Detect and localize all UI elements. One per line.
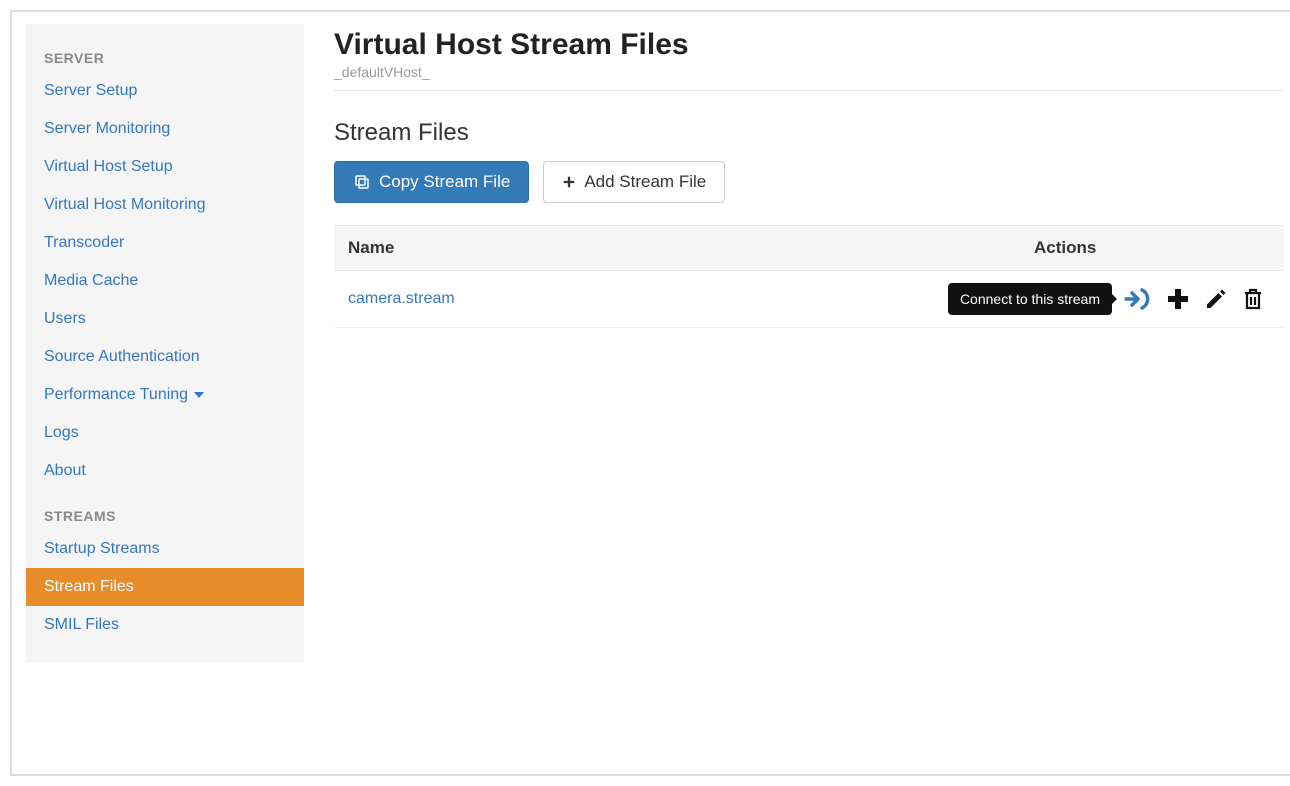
sidebar-item-media-cache[interactable]: Media Cache: [26, 262, 304, 300]
caret-down-icon: [194, 391, 204, 399]
sidebar-item-label: Stream Files: [44, 578, 134, 596]
sidebar-item-label: About: [44, 462, 86, 480]
action-icons: [1124, 287, 1264, 311]
table-row: camera.stream Connect to this stream: [334, 271, 1284, 328]
sidebar-item-label: Transcoder: [44, 234, 124, 252]
cell-actions: Connect to this stream: [844, 271, 1284, 327]
sidebar-item-virtual-host-monitoring[interactable]: Virtual Host Monitoring: [26, 186, 304, 224]
divider: [334, 90, 1284, 91]
button-label: Copy Stream File: [379, 172, 510, 192]
sidebar-item-label: Startup Streams: [44, 540, 160, 558]
sidebar-item-users[interactable]: Users: [26, 300, 304, 338]
sidebar-item-performance-tuning[interactable]: Performance Tuning: [26, 376, 304, 414]
sidebar-item-label: Logs: [44, 424, 79, 442]
sidebar-item-transcoder[interactable]: Transcoder: [26, 224, 304, 262]
delete-icon[interactable]: [1242, 287, 1264, 311]
layout: SERVER Server Setup Server Monitoring Vi…: [26, 24, 1284, 662]
plus-icon: [562, 175, 576, 189]
sidebar-item-server-monitoring[interactable]: Server Monitoring: [26, 110, 304, 148]
sidebar-header-streams: STREAMS: [26, 490, 304, 530]
button-label: Add Stream File: [584, 172, 706, 192]
sidebar-item-label: Users: [44, 310, 86, 328]
button-row: Copy Stream File Add Stream File: [334, 161, 1284, 203]
sidebar-item-stream-files[interactable]: Stream Files: [26, 568, 304, 606]
stream-name-link[interactable]: camera.stream: [348, 290, 455, 307]
table-header: Name Actions: [334, 226, 1284, 271]
sidebar-item-label: SMIL Files: [44, 616, 119, 634]
sidebar-item-label: Performance Tuning: [44, 386, 188, 404]
copy-icon: [353, 173, 371, 191]
sidebar-item-label: Virtual Host Monitoring: [44, 196, 206, 214]
sidebar-item-source-authentication[interactable]: Source Authentication: [26, 338, 304, 376]
sidebar-item-label: Server Setup: [44, 82, 137, 100]
page-title: Virtual Host Stream Files: [334, 28, 1284, 62]
sidebar-item-label: Media Cache: [44, 272, 138, 290]
stream-files-table: Name Actions camera.stream Connect to th…: [334, 225, 1284, 328]
sidebar-item-label: Server Monitoring: [44, 120, 170, 138]
copy-stream-file-button[interactable]: Copy Stream File: [334, 161, 529, 203]
main-content: Virtual Host Stream Files _defaultVHost_…: [334, 24, 1284, 328]
edit-icon[interactable]: [1204, 287, 1228, 311]
add-stream-file-button[interactable]: Add Stream File: [543, 161, 725, 203]
sidebar-item-label: Virtual Host Setup: [44, 158, 173, 176]
page-subtitle: _defaultVHost_: [334, 64, 1284, 80]
cell-name: camera.stream: [334, 278, 844, 320]
connect-stream-icon[interactable]: [1124, 287, 1152, 311]
add-icon[interactable]: [1166, 287, 1190, 311]
section-title: Stream Files: [334, 119, 1284, 147]
sidebar-item-about[interactable]: About: [26, 452, 304, 490]
sidebar-item-virtual-host-setup[interactable]: Virtual Host Setup: [26, 148, 304, 186]
sidebar-item-startup-streams[interactable]: Startup Streams: [26, 530, 304, 568]
sidebar-header-server: SERVER: [26, 32, 304, 72]
table-body: camera.stream Connect to this stream: [334, 271, 1284, 328]
sidebar-item-logs[interactable]: Logs: [26, 414, 304, 452]
app-frame: SERVER Server Setup Server Monitoring Vi…: [10, 10, 1290, 776]
column-header-name: Name: [334, 226, 1034, 270]
connect-tooltip: Connect to this stream: [948, 283, 1112, 315]
sidebar-item-smil-files[interactable]: SMIL Files: [26, 606, 304, 644]
sidebar: SERVER Server Setup Server Monitoring Vi…: [26, 24, 304, 662]
sidebar-item-label: Source Authentication: [44, 348, 200, 366]
sidebar-item-server-setup[interactable]: Server Setup: [26, 72, 304, 110]
column-header-actions: Actions: [1034, 226, 1284, 270]
